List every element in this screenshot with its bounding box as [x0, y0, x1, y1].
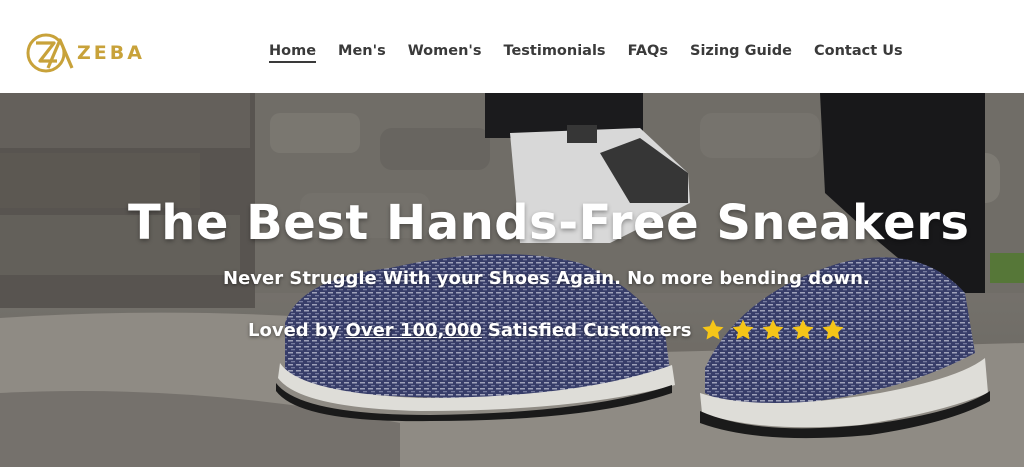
brand-logo[interactable]: ZEBA: [24, 30, 145, 76]
star-icon: [702, 319, 723, 340]
hero-banner: The Best Hands-Free Sneakers Never Strug…: [0, 93, 1024, 467]
rating-stars: [701, 318, 851, 342]
site-header: ZEBA Home Men's Women's Testimonials FAQ…: [0, 0, 1024, 93]
nav-home[interactable]: Home: [269, 43, 317, 63]
star-icon: [762, 319, 783, 340]
nav-testimonials[interactable]: Testimonials: [503, 43, 605, 63]
nav-mens[interactable]: Men's: [338, 43, 386, 63]
star-icon: [732, 319, 753, 340]
nav-contact-us[interactable]: Contact Us: [814, 43, 903, 63]
nav-faqs[interactable]: FAQs: [628, 43, 668, 63]
hero-subtitle: Never Struggle With your Shoes Again. No…: [223, 268, 870, 289]
customers-count-link[interactable]: Over 100,000: [346, 320, 482, 341]
zeba-logo-icon: [26, 33, 74, 73]
nav-womens[interactable]: Women's: [408, 43, 482, 63]
nav-sizing-guide[interactable]: Sizing Guide: [690, 43, 792, 63]
main-nav: Home Men's Women's Testimonials FAQs Siz…: [269, 43, 925, 63]
star-icon: [792, 319, 813, 340]
loved-suffix: Satisfied Customers: [487, 319, 692, 341]
brand-name: ZEBA: [77, 42, 145, 64]
loved-prefix: Loved by: [248, 319, 340, 341]
star-icon: [822, 319, 843, 340]
hero-title: The Best Hands-Free Sneakers: [128, 195, 970, 251]
hero-social-proof: Loved by Over 100,000 Satisfied Customer…: [248, 318, 851, 342]
